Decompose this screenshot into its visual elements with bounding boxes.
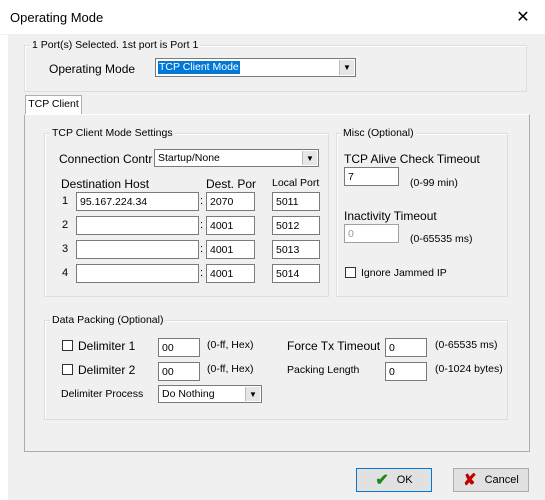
ignore-jammed-checkbox[interactable]: [345, 267, 356, 278]
operating-mode-value: TCP Client Mode: [158, 61, 240, 74]
delimiter2-label: Delimiter 2: [78, 363, 136, 377]
delimiter1-input[interactable]: 00: [158, 338, 200, 357]
ignore-jammed-label: Ignore Jammed IP: [361, 267, 447, 279]
operating-mode-label: Operating Mode: [49, 62, 136, 76]
row-number: 3: [62, 243, 69, 255]
alive-check-input[interactable]: 7: [344, 167, 399, 186]
window-title: Operating Mode: [10, 10, 104, 25]
cancel-button[interactable]: ✘ Cancel: [453, 468, 529, 492]
delimiter1-checkbox[interactable]: [62, 340, 73, 351]
checkmark-icon: ✔: [375, 472, 389, 489]
packing-length-range: (0-1024 bytes): [435, 363, 503, 375]
alive-check-range: (0-99 min): [410, 177, 458, 189]
close-icon: ✕: [516, 9, 530, 26]
row-number: 4: [62, 267, 69, 279]
port-selection-label: 1 Port(s) Selected. 1st port is Port 1: [30, 39, 201, 51]
chevron-down-icon: ▼: [339, 60, 354, 75]
force-tx-input[interactable]: 0: [385, 338, 427, 357]
dest-port-input[interactable]: 4001: [206, 240, 255, 259]
client-settings-label: TCP Client Mode Settings: [50, 127, 175, 139]
local-port-input[interactable]: 5013: [272, 240, 320, 259]
inactivity-range: (0-65535 ms): [410, 233, 473, 245]
packing-length-label: Packing Length: [287, 364, 360, 376]
row-number: 2: [62, 219, 69, 231]
tab-tcp-client[interactable]: TCP Client: [25, 95, 82, 115]
dest-port-input[interactable]: 4001: [206, 264, 255, 283]
dest-port-input[interactable]: 2070: [206, 192, 255, 211]
ok-button[interactable]: ✔ OK: [356, 468, 432, 492]
dest-host-input[interactable]: [76, 240, 199, 259]
delimiter2-input[interactable]: 00: [158, 362, 200, 381]
title-bar: Operating Mode ✕: [0, 0, 545, 35]
delimiter1-range: (0-ff, Hex): [207, 339, 254, 351]
close-button[interactable]: ✕: [501, 0, 545, 34]
local-port-header: Local Port: [272, 177, 320, 189]
operating-mode-select[interactable]: TCP Client Mode ▼: [155, 58, 356, 77]
connection-control-value: Startup/None: [158, 152, 220, 164]
data-packing-label: Data Packing (Optional): [50, 314, 166, 326]
delimiter1-label: Delimiter 1: [78, 339, 136, 353]
dest-host-input[interactable]: 95.167.224.34: [76, 192, 199, 211]
force-tx-label: Force Tx Timeout: [287, 339, 381, 353]
cancel-label: Cancel: [484, 474, 519, 486]
delimiter2-checkbox[interactable]: [62, 364, 73, 375]
delimiter2-range: (0-ff, Hex): [207, 363, 254, 375]
packing-length-input[interactable]: 0: [385, 362, 427, 381]
dest-port-input[interactable]: 4001: [206, 216, 255, 235]
misc-label: Misc (Optional): [341, 127, 416, 139]
separator: :: [200, 219, 204, 231]
dest-host-input[interactable]: [76, 264, 199, 283]
cancel-x-icon: ✘: [463, 472, 477, 489]
alive-check-label: TCP Alive Check Timeout: [344, 152, 480, 166]
force-tx-range: (0-65535 ms): [435, 339, 498, 351]
ok-label: OK: [396, 474, 413, 486]
local-port-input[interactable]: 5014: [272, 264, 320, 283]
separator: :: [200, 195, 204, 207]
connection-control-label: Connection Contr: [59, 152, 153, 166]
inactivity-label: Inactivity Timeout: [344, 209, 437, 223]
background-app: [0, 0, 8, 500]
delimiter-process-select[interactable]: Do Nothing ▼: [158, 385, 262, 403]
delimiter-process-label: Delimiter Process: [61, 388, 144, 400]
inactivity-input[interactable]: 0: [344, 224, 399, 243]
row-number: 1: [62, 195, 69, 207]
delimiter-process-value: Do Nothing: [162, 388, 215, 400]
connection-control-select[interactable]: Startup/None ▼: [154, 149, 319, 167]
dest-host-input[interactable]: [76, 216, 199, 235]
dest-port-header: Dest. Por: [206, 177, 257, 191]
local-port-input[interactable]: 5011: [272, 192, 320, 211]
separator: :: [200, 243, 204, 255]
chevron-down-icon: ▼: [302, 151, 317, 165]
dest-host-header: Destination Host: [61, 177, 150, 191]
local-port-input[interactable]: 5012: [272, 216, 320, 235]
separator: :: [200, 267, 204, 279]
chevron-down-icon: ▼: [245, 387, 260, 401]
